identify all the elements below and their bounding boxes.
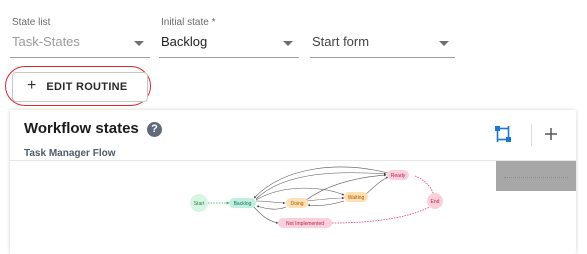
node-backlog[interactable]: Backlog bbox=[229, 198, 256, 208]
node-start[interactable]: Start bbox=[190, 194, 208, 212]
start-form-placeholder: Start form bbox=[312, 34, 370, 49]
workflow-settings-page: State list Task-States Initial state * B… bbox=[0, 0, 587, 254]
minimap-line bbox=[504, 177, 568, 179]
add-icon[interactable] bbox=[541, 124, 561, 144]
edit-routine-label: EDIT ROUTINE bbox=[46, 81, 128, 93]
start-form-select[interactable]: Start form bbox=[310, 14, 455, 58]
help-icon[interactable]: ? bbox=[147, 122, 162, 137]
chevron-down-icon bbox=[439, 41, 449, 46]
svg-text:Backlog: Backlog bbox=[234, 201, 252, 207]
diagram-minimap[interactable] bbox=[496, 161, 576, 191]
workflow-states-card: Workflow states ? Task Manager Flow Star… bbox=[10, 110, 576, 254]
node-not-implemented[interactable]: Not Implemented bbox=[278, 218, 332, 228]
node-ready[interactable]: Ready bbox=[387, 170, 409, 180]
node-doing[interactable]: Doing bbox=[286, 198, 308, 208]
initial-state-select[interactable]: Initial state * Backlog bbox=[159, 14, 299, 58]
svg-text:Ready: Ready bbox=[391, 173, 406, 179]
routing-icon[interactable] bbox=[493, 124, 513, 144]
chevron-down-icon bbox=[283, 41, 293, 46]
node-end[interactable]: End bbox=[427, 193, 443, 209]
workflow-diagram[interactable]: Start Backlog Doing Waiting Ready End No… bbox=[10, 161, 496, 254]
svg-text:Not Implemented: Not Implemented bbox=[286, 221, 324, 227]
state-list-select[interactable]: State list Task-States bbox=[10, 14, 150, 58]
chevron-down-icon bbox=[134, 41, 144, 46]
card-title: Workflow states bbox=[24, 120, 139, 137]
state-list-value: Task-States bbox=[12, 34, 80, 49]
svg-text:Waiting: Waiting bbox=[348, 195, 365, 201]
initial-state-value: Backlog bbox=[161, 34, 208, 49]
plus-icon: + bbox=[27, 77, 37, 94]
initial-state-label: Initial state * bbox=[161, 17, 216, 28]
svg-text:Doing: Doing bbox=[290, 201, 303, 207]
toolbar-divider bbox=[531, 124, 532, 146]
edit-routine-button[interactable]: + EDIT ROUTINE bbox=[12, 72, 148, 102]
node-waiting[interactable]: Waiting bbox=[344, 192, 368, 202]
svg-text:End: End bbox=[431, 199, 440, 205]
svg-text:Start: Start bbox=[194, 201, 205, 207]
state-list-label: State list bbox=[12, 17, 51, 28]
card-subtitle: Task Manager Flow bbox=[24, 148, 116, 159]
